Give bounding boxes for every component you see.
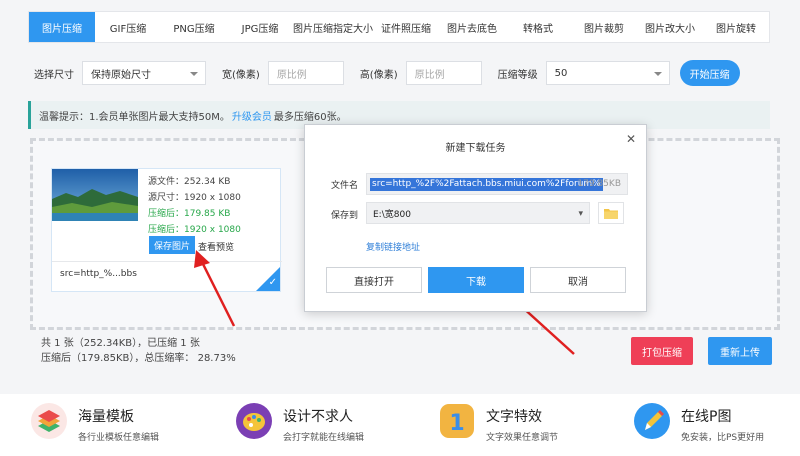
filename-field[interactable]: src=http_%2F%2Fattach.bbs.miui.com%2Ffor… <box>366 173 628 195</box>
folder-icon <box>604 208 618 219</box>
feature-title: 在线P图 <box>681 409 732 425</box>
stats-ratio: 压缩后（179.85KB），总压缩率： 28.73% <box>41 353 236 364</box>
stats-count: 共 1 张（252.34KB），已压缩 1 张 <box>41 338 200 349</box>
feature-desc: 会打字就能在线编辑 <box>283 433 365 443</box>
reupload-button[interactable]: 重新上传 <box>708 337 772 365</box>
open-directly-button[interactable]: 直接打开 <box>326 267 422 293</box>
feature-desc: 文字效果任意调节 <box>486 433 559 443</box>
feature-desc: 免安装，比PS更好用 <box>681 433 765 443</box>
palette-icon <box>236 403 272 439</box>
save-path-select[interactable]: E:\宽800 ▾ <box>366 202 590 224</box>
dialog-title: 新建下载任务 <box>445 143 506 154</box>
filename-label: 文件名 <box>331 181 359 191</box>
layers-icon <box>31 403 67 439</box>
pack-compress-button[interactable]: 打包压缩 <box>631 337 693 365</box>
save-path-value: E:\宽800 <box>373 209 411 220</box>
feature-title: 文字特效 <box>486 409 542 425</box>
close-icon[interactable]: ✕ <box>626 132 636 146</box>
chevron-down-icon: ▾ <box>578 209 583 219</box>
number-one-icon: 1 <box>440 404 474 438</box>
feature-title: 海量模板 <box>78 409 134 425</box>
cancel-button[interactable]: 取消 <box>530 267 626 293</box>
feature-desc: 各行业模板任意编辑 <box>78 433 160 443</box>
download-file-size: 179.85KB <box>577 179 621 189</box>
copy-link-address[interactable]: 复制链接地址 <box>366 240 420 253</box>
arrow-line-1 <box>198 257 236 327</box>
svg-text:1: 1 <box>449 411 464 436</box>
download-dialog: 新建下载任务 ✕ 文件名 src=http_%2F%2Fattach.bbs.m… <box>304 124 647 312</box>
compression-stats: 共 1 张（252.34KB），已压缩 1 张 压缩后（179.85KB），总压… <box>41 336 236 366</box>
folder-button[interactable] <box>598 202 624 224</box>
arrow-head-1 <box>194 250 210 268</box>
filename-value: src=http_%2F%2Fattach.bbs.miui.com%2Ffor… <box>370 178 603 191</box>
save-to-label: 保存到 <box>331 211 359 221</box>
pencil-icon <box>634 403 670 439</box>
feature-title: 设计不求人 <box>283 409 353 425</box>
features-bar: 海量模板 各行业模板任意编辑 设计不求人 会打字就能在线编辑 1 文字特效 文字… <box>0 394 800 456</box>
download-button[interactable]: 下载 <box>428 267 524 293</box>
